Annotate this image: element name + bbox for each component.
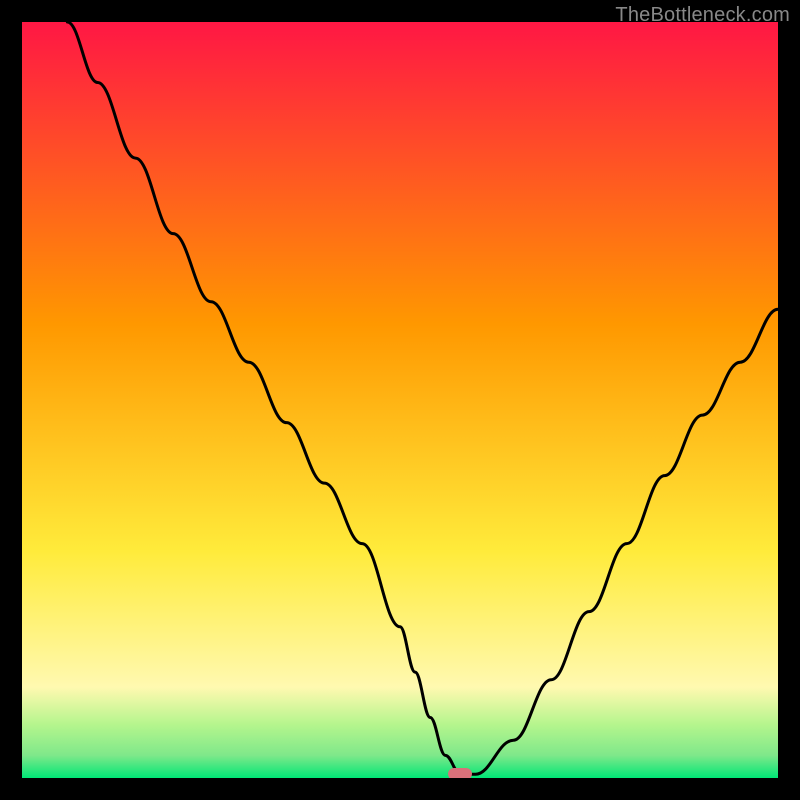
chart-frame: TheBottleneck.com [0,0,800,800]
optimal-marker [448,768,472,778]
watermark-text: TheBottleneck.com [615,4,790,27]
plot-area [22,22,778,778]
gradient-background [22,22,778,778]
chart-svg [22,22,778,778]
